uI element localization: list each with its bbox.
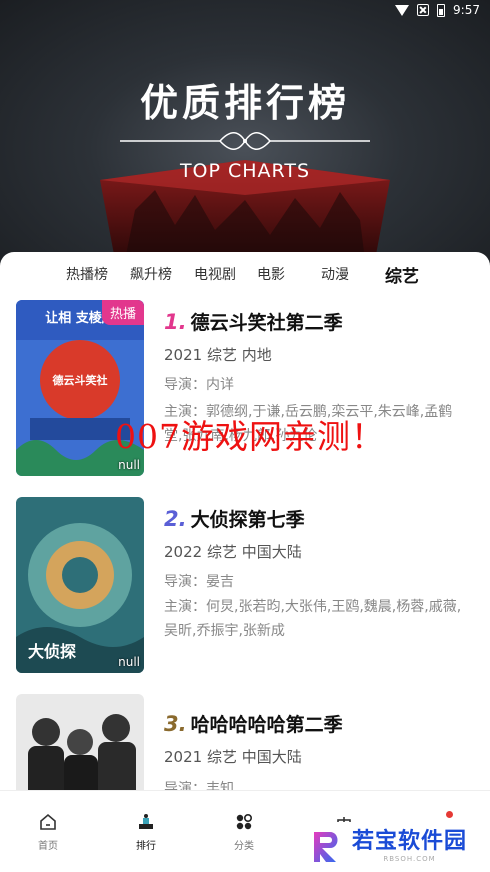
item-title[interactable]: 3. 哈哈哈哈哈第二季	[164, 710, 343, 737]
rank-number: 2.	[164, 507, 187, 531]
rank-number: 3.	[164, 712, 187, 736]
item-title-text: 大侦探第七季	[190, 509, 305, 531]
nav-category-label: 分类	[234, 841, 254, 852]
ranking-icon	[139, 814, 153, 829]
list-item[interactable]: 大侦探 null 2. 大侦探第七季 2022 综艺 中国大陆 导演：晏吉 主演…	[0, 497, 490, 677]
tab-hot[interactable]: 热播榜	[66, 264, 108, 284]
item-title[interactable]: 2. 大侦探第七季	[164, 505, 305, 532]
battery-icon	[437, 3, 446, 17]
home-icon	[40, 813, 56, 830]
item-director: 导演：晏吉	[164, 574, 234, 590]
item-meta: 2021 综艺 中国大陆	[164, 748, 302, 766]
item-title[interactable]: 1. 德云斗笑社第二季	[164, 308, 343, 335]
poster-null-label: null	[118, 655, 140, 669]
ranking-panel: 热播榜 飙升榜 电视剧 电影 动漫 综艺 让相 支棱起 德云斗笑社 热播 nul…	[0, 252, 490, 812]
item-title-text: 哈哈哈哈哈第二季	[190, 714, 343, 736]
nav-home[interactable]: 首页	[18, 813, 78, 852]
poster-image[interactable]: 大侦探 null	[16, 497, 144, 673]
hot-badge: 热播	[101, 300, 144, 325]
wifi-icon	[395, 4, 410, 16]
status-bar: 9:57	[0, 0, 490, 20]
logo-text: 若宝软件园	[352, 829, 468, 854]
page-title: 优质排行榜	[139, 81, 350, 125]
nav-category[interactable]: 分类	[214, 813, 274, 852]
tab-rising[interactable]: 飙升榜	[130, 264, 172, 284]
logo-subtext: RBSOH.COM	[383, 855, 436, 863]
tab-tv[interactable]: 电视剧	[194, 264, 236, 284]
poster-title: 德云斗笑社	[52, 373, 108, 387]
watermark-text: 007游戏网亲测！	[115, 417, 385, 456]
category-icon	[236, 813, 253, 830]
nav-ranking[interactable]: 排行	[116, 813, 176, 852]
item-cast: 主演：何炅,张若昀,大张伟,王鸥,魏晨,杨蓉,戚薇,吴昕,乔振宇,张新成	[164, 599, 462, 639]
poster-null-label: null	[118, 458, 140, 472]
nav-ranking-label: 排行	[136, 841, 156, 852]
ornament-divider	[120, 132, 370, 150]
page-subtitle: TOP CHARTS	[179, 160, 311, 182]
poster-art: 大侦探	[16, 497, 144, 673]
notification-dot	[446, 811, 453, 818]
poster-title: 大侦探	[28, 642, 76, 661]
no-sim-icon	[417, 4, 430, 16]
rank-number: 1.	[164, 310, 187, 334]
logo-r-icon	[314, 832, 338, 862]
tab-movie[interactable]: 电影	[257, 264, 285, 284]
status-time: 9:57	[453, 3, 480, 17]
nav-home-label: 首页	[38, 841, 58, 852]
site-logo: 若宝软件园 RBSOH.COM	[290, 822, 490, 872]
tab-bar: 热播榜 飙升榜 电视剧 电影 动漫 综艺	[0, 260, 490, 290]
item-meta: 2022 综艺 中国大陆	[164, 543, 302, 561]
header-banner: 9:57 优质排行榜 TOP CHARTS	[0, 0, 490, 270]
tab-variety[interactable]: 综艺	[385, 262, 419, 287]
item-title-text: 德云斗笑社第二季	[190, 312, 343, 334]
item-director: 导演：内详	[164, 377, 234, 393]
tab-anime[interactable]: 动漫	[321, 264, 349, 284]
item-meta: 2021 综艺 内地	[164, 346, 272, 364]
